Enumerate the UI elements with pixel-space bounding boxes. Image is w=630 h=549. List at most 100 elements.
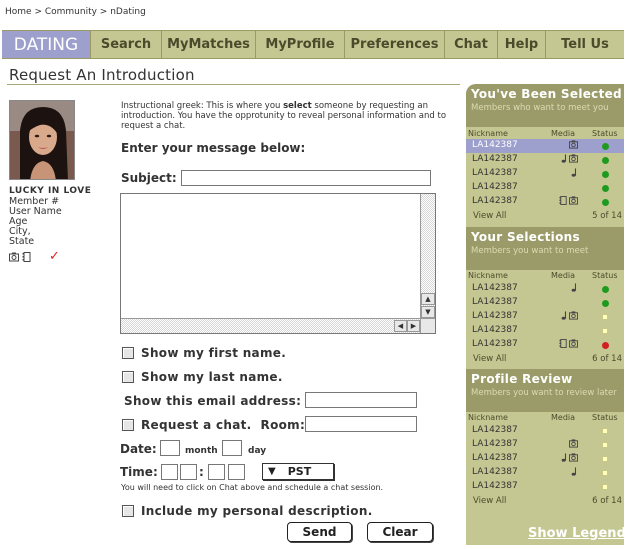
camera-icon[interactable] [569,140,578,152]
member-nickname[interactable]: LA142387 [472,196,518,206]
member-nickname[interactable]: LA142387 [472,297,518,307]
member-row[interactable]: LA142387 [466,424,624,438]
note-icon[interactable] [561,154,568,166]
film-icon[interactable] [22,251,32,262]
camera-icon[interactable] [569,439,578,451]
note-icon[interactable] [571,168,578,180]
scroll-right-icon[interactable]: ▶ [407,320,420,332]
member-row[interactable]: LA142387 [466,195,624,209]
member-row[interactable]: LA142387 [466,466,624,480]
view-all-link[interactable]: View All [473,496,506,506]
note-icon[interactable] [561,311,568,323]
member-row[interactable]: LA142387 [466,139,624,153]
email-label: Show this email address: [124,394,302,408]
list-count: 5 of 14 [592,211,622,221]
member-nickname[interactable]: LA142387 [472,439,518,449]
vertical-scrollbar[interactable]: ▲ ▼ [420,194,435,319]
day-field[interactable] [222,440,242,456]
tab-dating[interactable]: DATING [2,31,90,58]
include-description-checkbox[interactable] [122,505,134,517]
film-icon[interactable] [559,339,568,351]
tab-mymatches[interactable]: MyMatches [161,31,255,58]
member-nickname[interactable]: LA142387 [472,140,518,150]
camera-icon[interactable] [569,311,578,323]
member-nickname[interactable]: LA142387 [472,168,518,178]
send-button[interactable]: Send [287,522,352,542]
member-nickname[interactable]: LA142387 [472,453,518,463]
room-field[interactable] [305,416,417,432]
note-icon[interactable] [571,467,578,479]
media-icons [556,154,578,166]
tab-tell-us[interactable]: Tell Us [545,31,624,58]
camera-icon[interactable] [9,252,19,262]
view-all-link[interactable]: View All [473,354,506,364]
profile-media-icons: ✓ [9,249,60,264]
member-row[interactable]: LA142387 [466,167,624,181]
member-nickname[interactable]: LA142387 [472,154,518,164]
note-icon[interactable] [571,283,578,295]
show-legend-link[interactable]: Show Legend [528,526,626,541]
note-icon[interactable] [561,453,568,465]
member-row[interactable]: LA142387 [466,181,624,195]
member-row[interactable]: LA142387 [466,438,624,452]
profile-name: LUCKY IN LOVE [9,186,92,196]
column-headers: Nickname Media Status [466,271,624,282]
col-media: Media [551,271,576,280]
member-row[interactable]: LA142387 [466,310,624,324]
view-all-link[interactable]: View All [473,211,506,221]
member-nickname[interactable]: LA142387 [472,339,518,349]
status-indicator-icon [602,185,609,192]
request-chat-checkbox[interactable] [122,419,134,431]
hour-field-1[interactable] [161,464,178,480]
tab-help[interactable]: Help [497,31,545,58]
member-row[interactable]: LA142387 [466,153,624,167]
main-nav: DATING Search MyMatches MyProfile Prefer… [2,30,624,59]
member-nickname[interactable]: LA142387 [472,425,518,435]
member-nickname[interactable]: LA142387 [472,467,518,477]
tab-search[interactable]: Search [90,31,161,58]
list-footer: View All 5 of 14 [466,211,624,223]
member-nickname[interactable]: LA142387 [472,481,518,491]
member-row[interactable]: LA142387 [466,324,624,338]
show-last-name-checkbox[interactable] [122,371,134,383]
email-field[interactable] [305,392,417,408]
member-nickname[interactable]: LA142387 [472,283,518,293]
tab-myprofile[interactable]: MyProfile [255,31,344,58]
show-first-name-checkbox[interactable] [122,347,134,359]
member-row[interactable]: LA142387 [466,338,624,352]
member-nickname[interactable]: LA142387 [472,325,518,335]
minute-field-1[interactable] [208,464,225,480]
camera-icon[interactable] [569,339,578,351]
subject-input[interactable] [181,170,431,186]
scroll-down-icon[interactable]: ▼ [421,306,435,318]
horizontal-scrollbar[interactable]: ◀ ▶ [121,318,421,333]
month-field[interactable] [160,440,180,456]
member-row[interactable]: LA142387 [466,480,624,494]
camera-icon[interactable] [569,453,578,465]
tab-chat[interactable]: Chat [444,31,497,58]
profile-photo [9,100,75,180]
show-last-name-row: Show my last name. [122,370,283,384]
section-title: Your Selections [471,230,580,244]
scroll-up-icon[interactable]: ▲ [421,293,435,305]
scroll-left-icon[interactable]: ◀ [394,320,407,332]
media-icons [556,339,578,351]
member-row[interactable]: LA142387 [466,282,624,296]
member-row[interactable]: LA142387 [466,296,624,310]
media-icons [556,283,578,295]
tab-preferences[interactable]: Preferences [344,31,444,58]
camera-icon[interactable] [569,196,578,208]
timezone-select[interactable]: ▼ PST [262,463,334,480]
breadcrumb[interactable]: Home > Community > nDating [5,7,146,17]
col-nickname: Nickname [468,413,508,422]
clear-button[interactable]: Clear [367,522,433,542]
message-textarea[interactable] [121,194,421,319]
member-row[interactable]: LA142387 [466,452,624,466]
member-nickname[interactable]: LA142387 [472,182,518,192]
minute-field-2[interactable] [228,464,245,480]
camera-icon[interactable] [569,154,578,166]
time-colon: : [199,465,204,479]
hour-field-2[interactable] [180,464,197,480]
member-nickname[interactable]: LA142387 [472,311,518,321]
film-icon[interactable] [559,196,568,208]
